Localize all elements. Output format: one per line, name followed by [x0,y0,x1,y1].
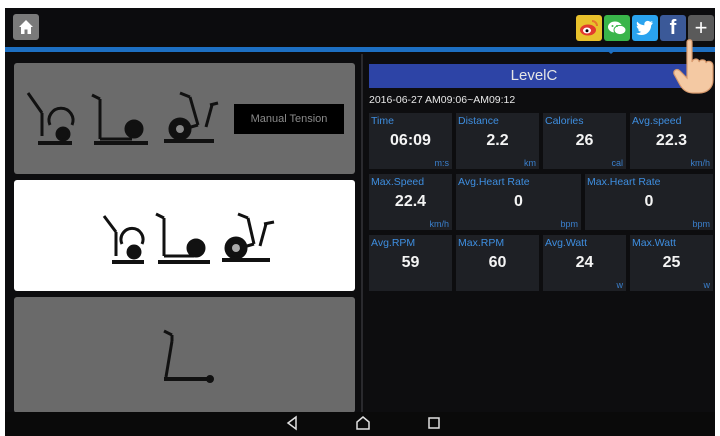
recents-nav-icon[interactable] [427,415,441,431]
recumbent-bike-icon [155,212,210,264]
header-accent-notch [603,47,619,54]
metric-avg-rpm: Avg.RPM 59 [369,235,452,291]
metric-max-speed: Max.Speed 22.4 km/h [369,174,452,230]
metric-value: 0 [514,193,523,210]
metric-label: Max.Heart Rate [587,176,661,188]
metric-unit: w [703,280,711,290]
metric-unit: m:s [434,158,450,168]
metric-calories: Calories 26 cal [543,113,626,169]
metric-avg-heart-rate: Avg.Heart Rate 0 bpm [456,174,581,230]
metric-value: 59 [401,254,420,271]
metric-time: Time 06:09 m:s [369,113,452,169]
weibo-icon [580,20,598,36]
metric-avg-watt: Avg.Watt 24 w [543,235,626,291]
metric-unit: cal [611,158,623,168]
metric-label: Avg.speed [632,115,682,127]
metric-label: Avg.Heart Rate [458,176,530,188]
home-icon [19,20,33,34]
bike-icons-group-selected [102,212,275,264]
metric-label: Max.Speed [371,176,425,188]
plus-icon: + [694,15,708,40]
metric-value: 22.3 [655,132,688,149]
metric-value: 60 [488,254,507,271]
metric-value: 26 [575,132,594,149]
metric-distance: Distance 2.2 km [456,113,539,169]
treadmill-mode-card[interactable] [14,297,355,413]
metric-label: Distance [458,115,499,127]
facebook-icon: f [669,16,677,39]
metric-value: 25 [662,254,681,271]
equipment-panel: Manual Tension [5,54,361,436]
metric-max-rpm: Max.RPM 60 [456,235,539,291]
upright-bike-icon [102,215,145,264]
home-button[interactable] [13,14,39,40]
wechat-share-button[interactable] [604,15,630,41]
metric-value: 06:09 [390,132,431,149]
recumbent-bike-icon [91,93,148,145]
spin-bike-icon [164,91,219,143]
metric-label: Avg.Watt [545,237,588,249]
manual-tension-label[interactable]: Manual Tension [234,104,344,134]
weibo-share-button[interactable] [576,15,602,41]
twitter-share-button[interactable] [632,15,658,41]
top-bar: f + [5,8,715,48]
wechat-icon [608,21,627,36]
metric-label: Calories [545,115,584,127]
home-nav-icon[interactable] [355,415,371,431]
tablet-screen: f + Manual Tension LevelC 2016-06-27 AM0… [5,8,715,436]
treadmill-icon [163,329,214,383]
metric-unit: km [524,158,536,168]
metric-label: Time [371,115,394,127]
metric-unit: w [616,280,624,290]
metric-max-heart-rate: Max.Heart Rate 0 bpm [585,174,713,230]
metric-unit: bpm [560,219,578,229]
metric-max-watt: Max.Watt 25 w [630,235,713,291]
panel-divider [361,54,363,414]
metric-value: 22.4 [394,193,427,210]
metric-unit: km/h [429,219,449,229]
metric-value: 24 [575,254,594,271]
pointing-hand-icon [673,39,714,94]
level-title-bar: LevelC [369,64,699,88]
system-nav-bar [5,412,715,436]
metric-value: 0 [644,193,654,210]
back-nav-icon[interactable] [285,415,299,431]
metric-value: 2.2 [486,132,509,149]
spin-bike-icon [222,212,275,262]
bike-mode-card-manual[interactable]: Manual Tension [14,63,355,174]
metric-label: Avg.RPM [371,237,416,249]
twitter-icon [636,20,653,36]
bike-mode-card-selected[interactable] [14,180,355,291]
upright-bike-icon [26,92,75,145]
session-date-range: 2016-06-27 AM09:06~AM09:12 [369,94,516,106]
metric-unit: bpm [692,219,710,229]
metric-unit: km/h [690,158,710,168]
metric-avg-speed: Avg.speed 22.3 km/h [630,113,713,169]
metric-label: Max.RPM [458,237,505,249]
metric-label: Max.Watt [632,237,676,249]
